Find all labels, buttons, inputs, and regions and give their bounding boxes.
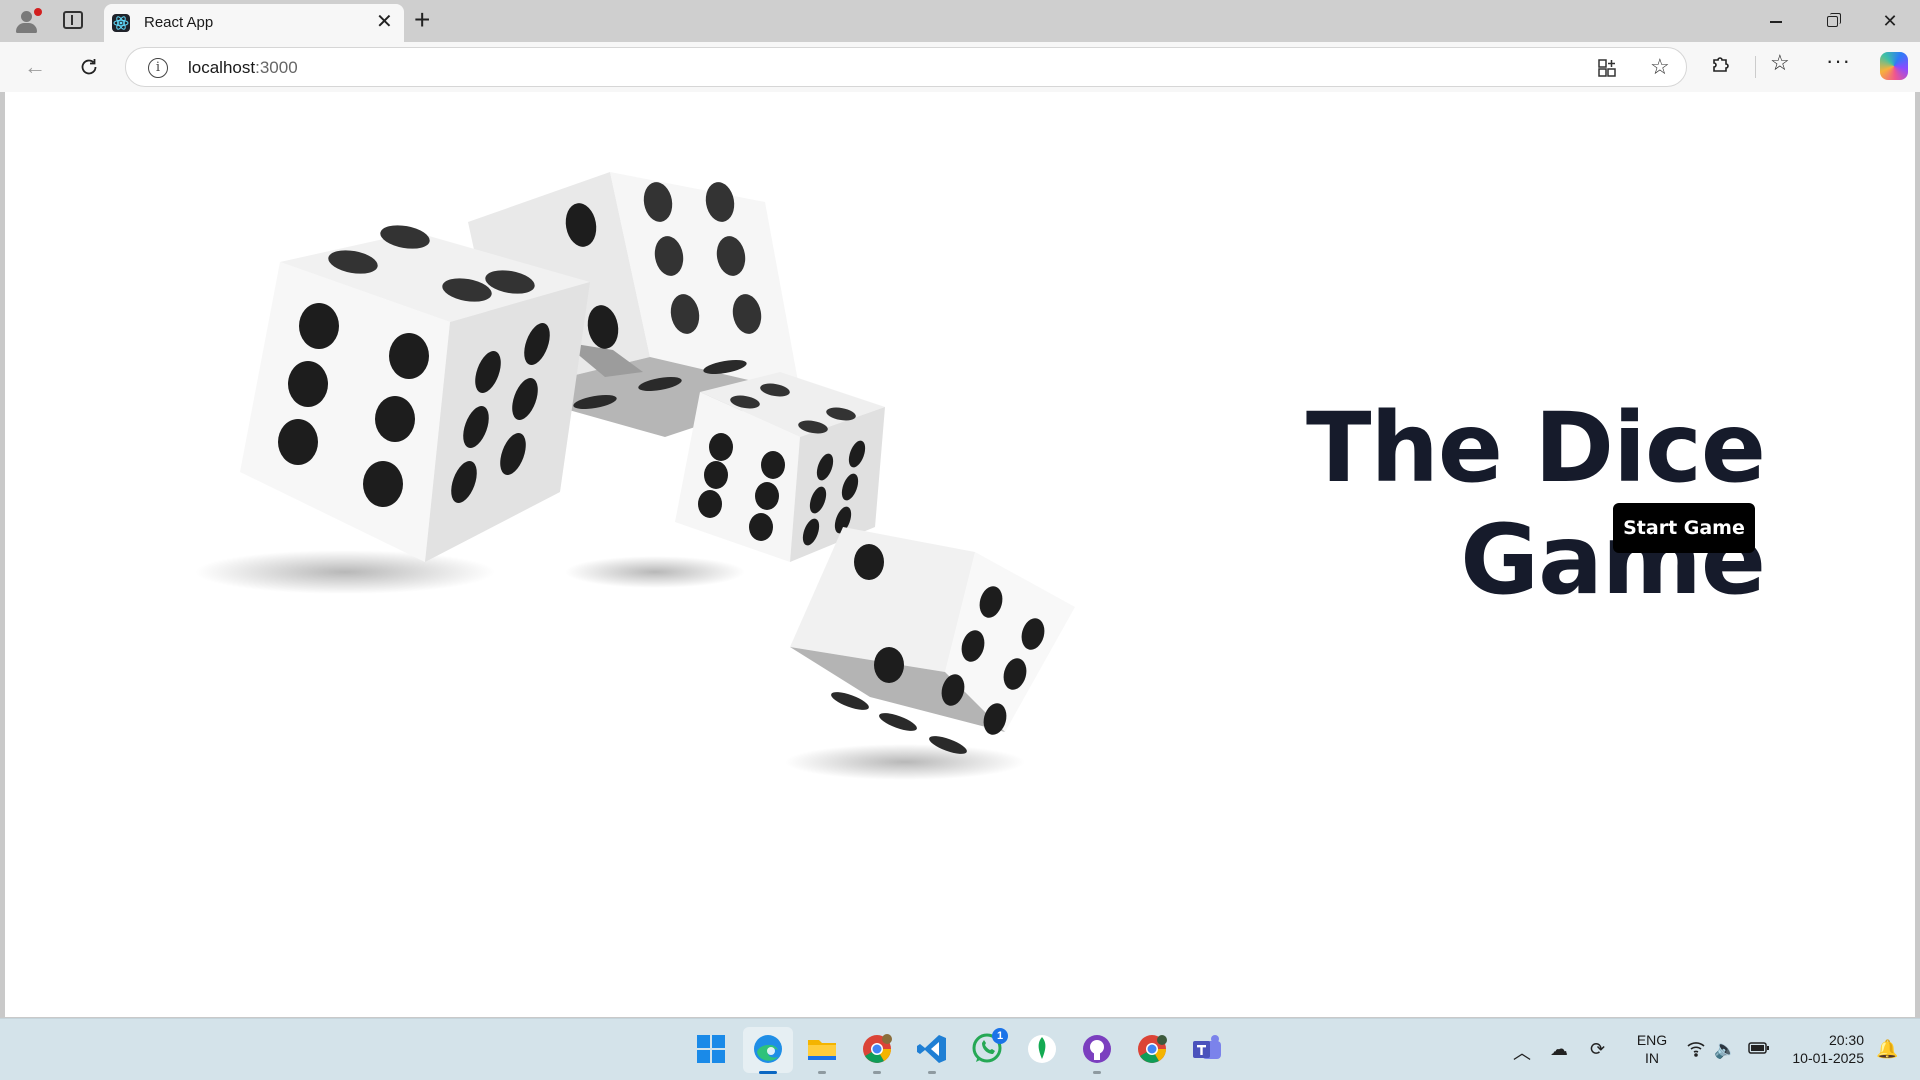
tab-actions-icon[interactable] [63, 11, 83, 29]
whatsapp-badge: 1 [992, 1028, 1008, 1044]
language-indicator[interactable]: ENG IN [1634, 1031, 1670, 1067]
wifi-icon[interactable] [1686, 1039, 1706, 1062]
browser-toolbar: ← i localhost:3000 ☆ ☆ ··· [0, 42, 1920, 92]
file-explorer-icon[interactable] [805, 1032, 839, 1066]
chrome-profile-icon[interactable] [1135, 1032, 1169, 1066]
site-info-icon[interactable]: i [148, 58, 168, 78]
minimize-button[interactable] [1764, 9, 1788, 33]
sync-icon[interactable]: ⟳ [1590, 1039, 1605, 1060]
notification-bell-icon[interactable]: 🔔 [1876, 1039, 1898, 1060]
die-large [240, 225, 590, 562]
whatsapp-icon[interactable]: 1 [970, 1028, 1008, 1066]
url-text[interactable]: localhost:3000 [188, 58, 298, 78]
windows-start-icon[interactable] [694, 1032, 728, 1066]
show-hidden-icons-chevron-icon[interactable]: ︿ [1513, 1039, 1531, 1065]
toolbar-divider [1755, 56, 1756, 78]
github-running-indicator [1093, 1071, 1101, 1074]
start-game-button[interactable]: Start Game [1613, 503, 1755, 553]
back-arrow-icon[interactable]: ← [20, 52, 50, 82]
favorite-star-icon[interactable]: ☆ [1650, 54, 1670, 80]
react-favicon-icon [112, 14, 130, 32]
close-window-button[interactable]: ✕ [1878, 9, 1902, 33]
vscode-running-indicator [928, 1071, 936, 1074]
clock-time: 20:30 [1828, 1032, 1864, 1048]
dice-illustration [195, 172, 1075, 780]
app-available-icon[interactable] [1597, 58, 1617, 78]
profile-icon[interactable] [12, 8, 42, 34]
browser-title-bar: React App ✕ + ✕ [0, 0, 1920, 42]
tab-close-icon[interactable]: ✕ [376, 11, 393, 33]
battery-icon[interactable] [1748, 1039, 1770, 1060]
new-tab-icon[interactable]: + [414, 5, 430, 35]
onedrive-icon[interactable]: ☁ [1550, 1039, 1568, 1060]
reload-icon[interactable] [74, 52, 104, 82]
browser-tab[interactable]: React App ✕ [104, 4, 404, 42]
extensions-icon[interactable] [1710, 52, 1732, 80]
edge-icon[interactable] [751, 1032, 785, 1066]
chrome-icon[interactable] [860, 1032, 894, 1066]
mongodb-compass-icon[interactable] [1025, 1032, 1059, 1066]
github-desktop-icon[interactable] [1080, 1032, 1114, 1066]
chrome-running-indicator [873, 1071, 881, 1074]
page-viewport: The Dice Game Start Game [5, 92, 1915, 1017]
edge-running-indicator [759, 1071, 777, 1074]
vscode-icon[interactable] [915, 1032, 949, 1066]
tab-title: React App [144, 14, 214, 31]
copilot-icon[interactable] [1880, 52, 1908, 80]
volume-icon[interactable]: 🔈 [1714, 1039, 1736, 1060]
teams-icon[interactable] [1190, 1032, 1224, 1066]
clock[interactable]: 20:30 10-01-2025 [1784, 1031, 1864, 1067]
favorites-icon[interactable]: ☆ [1770, 50, 1790, 76]
explorer-running-indicator [818, 1071, 826, 1074]
clock-date: 10-01-2025 [1792, 1050, 1864, 1066]
address-bar[interactable]: i localhost:3000 ☆ [125, 47, 1687, 87]
windows-taskbar: 1 ︿ ☁ ⟳ ENG IN 🔈 20:30 10-01-2025 🔔 [0, 1018, 1920, 1080]
more-options-icon[interactable]: ··· [1826, 48, 1851, 74]
die-bottom [790, 527, 1075, 754]
restore-button[interactable] [1821, 9, 1845, 33]
